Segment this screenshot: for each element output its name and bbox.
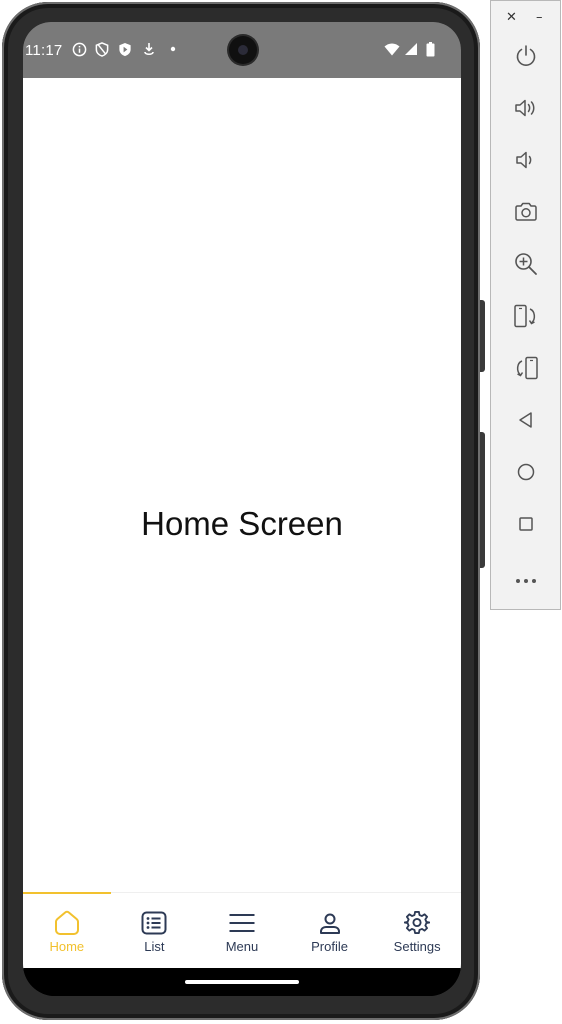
power-button[interactable] [509, 41, 543, 75]
screenshot-button[interactable] [509, 197, 543, 231]
back-icon [516, 410, 536, 434]
bottom-navigation: Home List Menu Profile Settings [23, 892, 461, 969]
home-icon [53, 909, 81, 937]
list-icon [140, 909, 168, 937]
download-icon [141, 41, 157, 57]
overview-button[interactable] [509, 509, 543, 543]
nav-label-menu: Menu [225, 939, 259, 954]
emulator-toolbar-header: ✕ – [491, 9, 560, 27]
back-button[interactable] [509, 405, 543, 439]
rotate-right-button[interactable] [509, 353, 543, 387]
volume-up-button[interactable] [509, 93, 543, 127]
home-screen-title: Home Screen [141, 505, 343, 542]
emulator-toolbar: ✕ – [490, 0, 561, 610]
volume-down-button[interactable] [509, 145, 543, 179]
nav-label-settings: Settings [393, 939, 441, 954]
overview-icon [517, 515, 535, 537]
more-button[interactable] [509, 561, 543, 595]
nav-item-settings[interactable]: Settings [373, 893, 461, 969]
shield-icon [94, 41, 110, 57]
phone-power-key [480, 300, 485, 372]
status-bar: 11:17 [23, 22, 461, 78]
settings-icon [403, 909, 431, 937]
emulator-close-button[interactable]: ✕ [506, 9, 517, 27]
notification-dot-icon [165, 41, 181, 57]
nav-label-home: Home [49, 939, 85, 954]
rotate-left-button[interactable] [509, 301, 543, 335]
front-camera [229, 36, 257, 64]
zoom-in-icon [513, 251, 539, 281]
power-icon [514, 44, 538, 72]
nav-item-home[interactable]: Home [23, 892, 111, 969]
rotate-left-icon [512, 303, 540, 333]
more-icon [515, 569, 537, 588]
nav-label-list: List [144, 939, 165, 954]
gesture-handle[interactable] [185, 980, 299, 984]
gesture-navigation-area [23, 968, 461, 996]
info-icon [71, 41, 87, 57]
vpn-shield-icon [117, 41, 133, 57]
nav-label-profile: Profile [311, 939, 348, 954]
menu-icon [228, 909, 256, 937]
nav-item-list[interactable]: List [111, 893, 199, 969]
phone-volume-keys [480, 432, 485, 568]
phone-screen: 11:17 Home Screen Home List Menu Profile… [23, 22, 461, 996]
zoom-button[interactable] [509, 249, 543, 283]
nav-item-profile[interactable]: Profile [286, 893, 374, 969]
status-time: 11:17 [25, 42, 63, 59]
home-circle-icon [516, 462, 536, 486]
volume-down-icon [513, 148, 539, 176]
battery-icon [422, 41, 438, 57]
wifi-icon [384, 41, 400, 57]
volume-up-icon [513, 96, 539, 124]
rotate-right-icon [512, 355, 540, 385]
camera-icon [513, 200, 539, 228]
profile-icon [316, 909, 344, 937]
signal-icon [403, 41, 419, 57]
emulator-window: 11:17 Home Screen Home List Menu Profile… [0, 0, 562, 1024]
emulator-minimize-button[interactable]: – [536, 9, 543, 27]
home-screen-content: Home Screen [23, 78, 461, 892]
nav-item-menu[interactable]: Menu [198, 893, 286, 969]
home-button[interactable] [509, 457, 543, 491]
